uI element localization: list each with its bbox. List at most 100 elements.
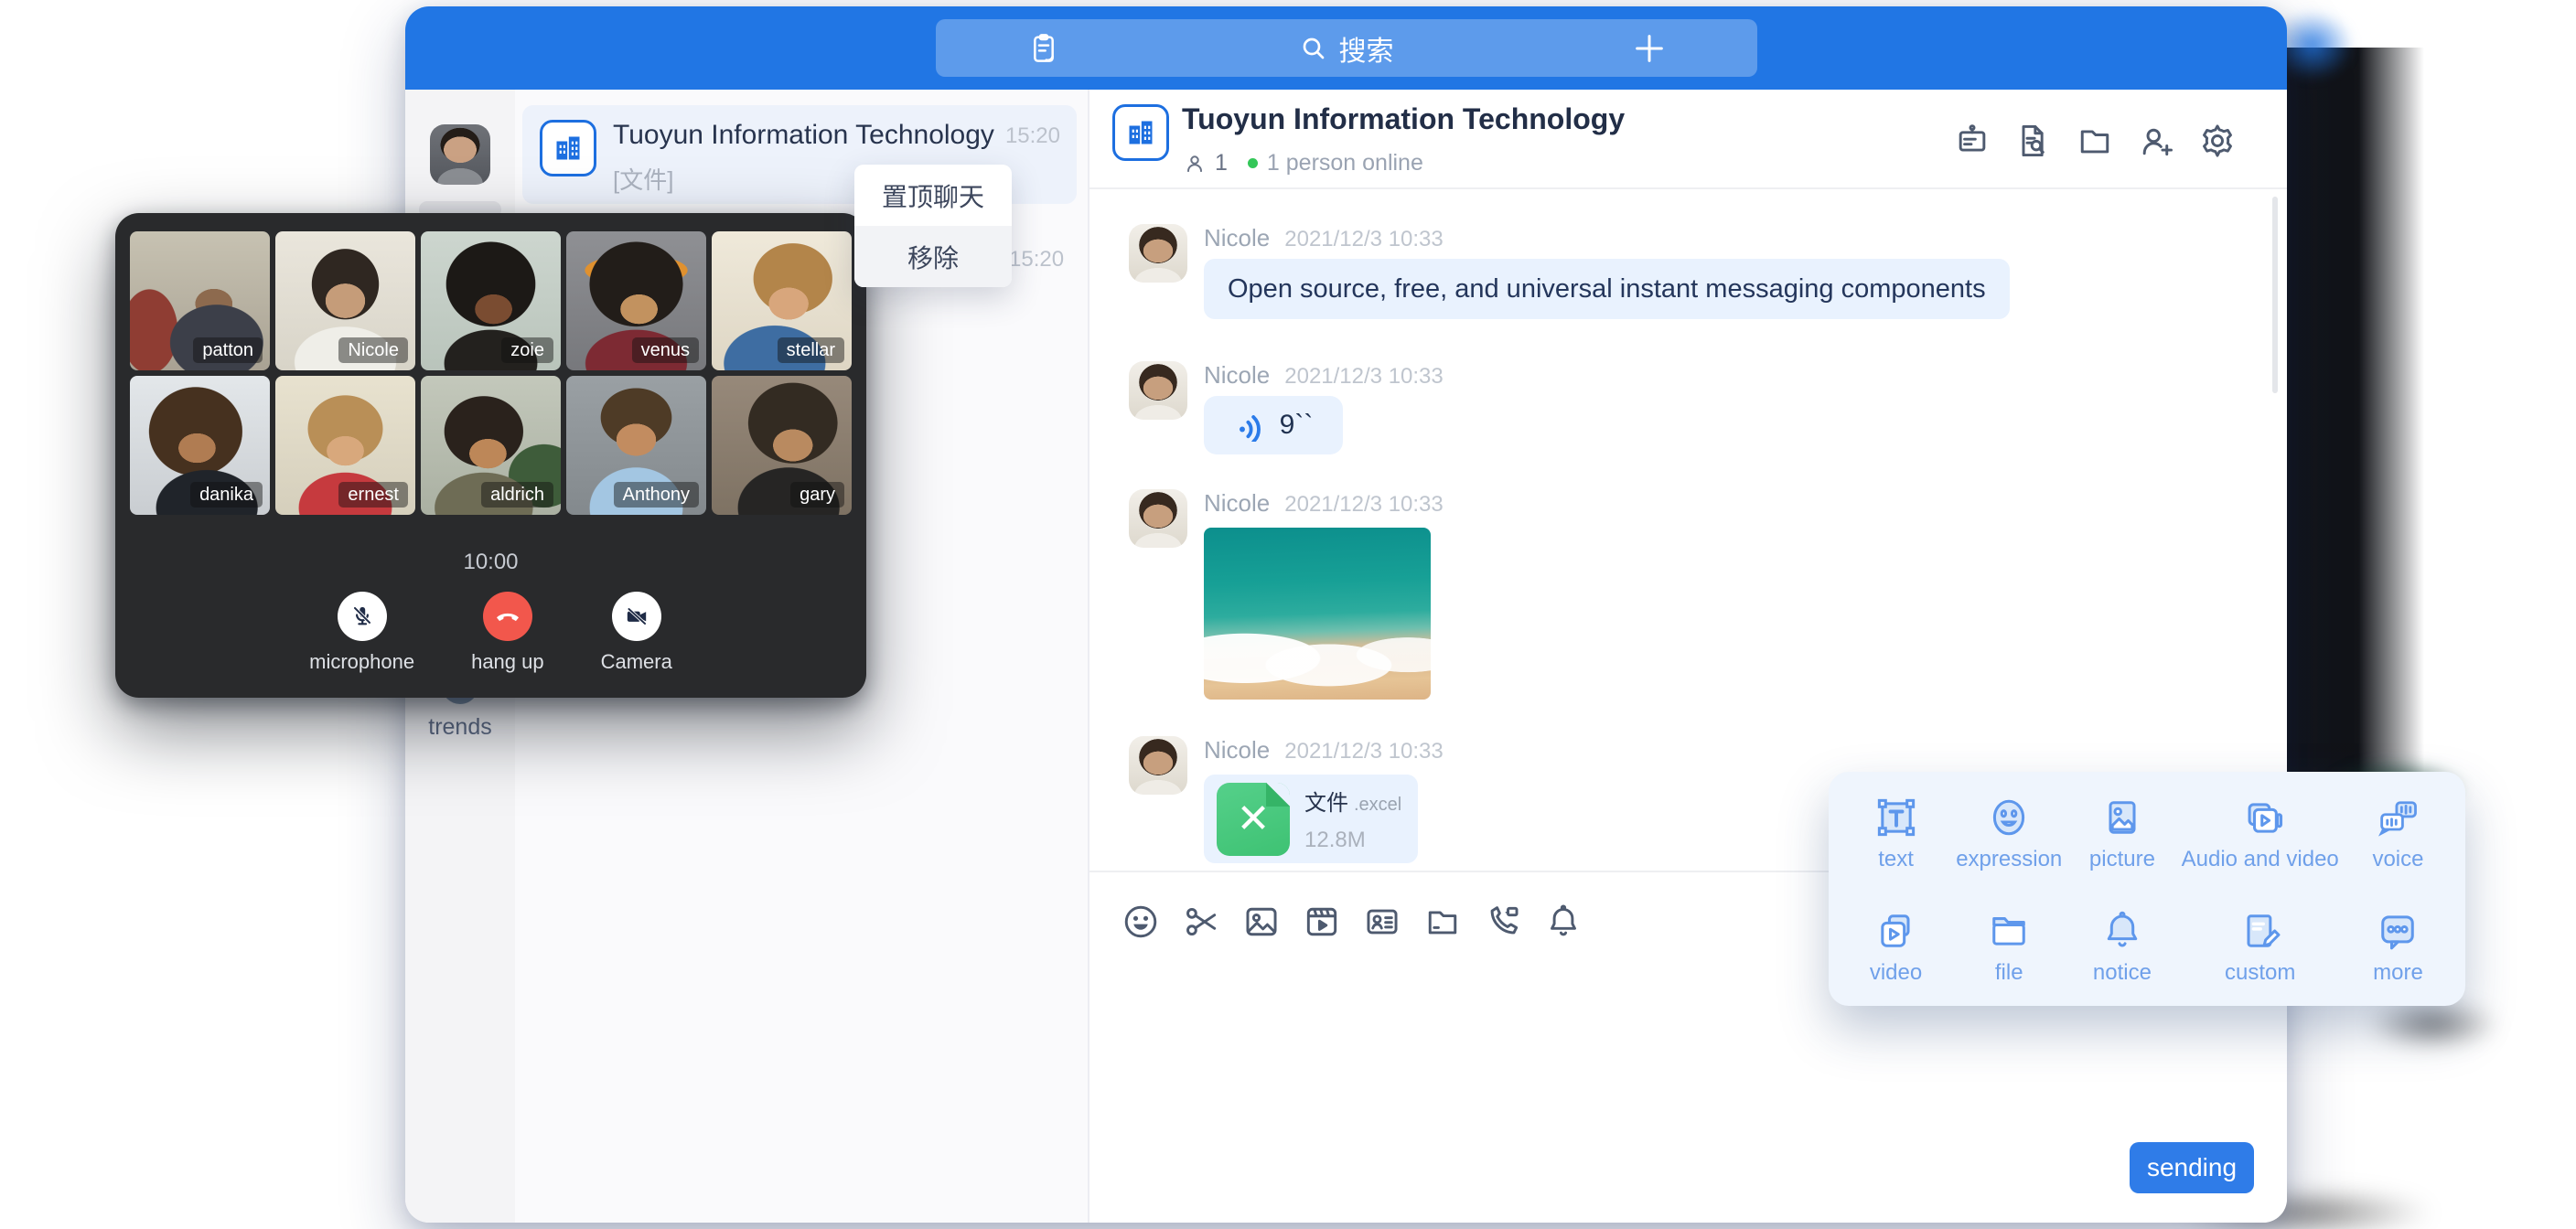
sender-avatar[interactable] (1129, 361, 1187, 420)
trends-label: trends (405, 714, 515, 741)
blue-glow-decoration (2270, 0, 2389, 101)
participant-name: zoie (501, 337, 553, 363)
message-row-image: Nicole 2021/12/3 10:33 (1129, 489, 1444, 700)
message-time: 2021/12/3 10:33 (1284, 492, 1444, 518)
file-message-bubble[interactable]: ✕ 文件.excel 12.8M (1204, 775, 1418, 863)
file-extension: .excel (1354, 795, 1401, 815)
voice-icon (2374, 794, 2421, 841)
video-icon (1873, 907, 1920, 955)
feature-label: notice (2093, 960, 2152, 986)
picture-icon (2098, 794, 2146, 841)
participant-name: ernest (338, 482, 408, 508)
message-time: 2021/12/3 10:33 (1284, 739, 1444, 764)
message-row-file: Nicole 2021/12/3 10:33 ✕ 文件.excel (1129, 736, 1444, 863)
menu-item-remove[interactable]: 移除 (854, 226, 1012, 287)
header-actions (1952, 121, 2238, 161)
participant-tile: ernest (275, 376, 415, 515)
chat-record-search-icon[interactable] (2013, 121, 2054, 161)
search-icon (1299, 34, 1328, 63)
feature-audio-video[interactable]: Audio and video (2174, 794, 2345, 892)
video-clip-icon[interactable] (1302, 902, 1342, 942)
custom-edit-icon (2237, 907, 2284, 955)
emoji-icon[interactable] (1121, 902, 1161, 942)
message-list[interactable]: Nicole 2021/12/3 10:33 Open source, free… (1089, 189, 2287, 871)
search-bar[interactable]: 搜索 (936, 19, 1757, 77)
participant-tile: aldrich (421, 376, 561, 515)
excel-file-icon: ✕ (1217, 783, 1290, 856)
settings-gear-icon[interactable] (2197, 121, 2238, 161)
microphone-muted-icon (349, 603, 376, 630)
camera-label: Camera (601, 650, 672, 674)
text-icon (1873, 794, 1920, 841)
participant-tile: stellar (712, 231, 852, 370)
participant-name: danika (190, 482, 263, 508)
participant-tile: danika (130, 376, 270, 515)
notification-bell-icon[interactable] (1543, 902, 1583, 942)
add-icon[interactable] (1631, 30, 1668, 71)
conversation-time: 15:20 (1005, 123, 1060, 149)
microphone-button[interactable]: microphone (309, 592, 414, 674)
feature-text[interactable]: text (1843, 794, 1948, 892)
announcement-icon[interactable] (1952, 121, 1992, 161)
participant-grid: patton Nicole zoie venus stellar danika … (115, 213, 866, 515)
top-bar: 搜索 (405, 6, 2287, 90)
user-avatar[interactable] (430, 124, 490, 185)
more-icon (2374, 907, 2421, 955)
participant-name: gary (790, 482, 844, 508)
participant-tile: venus (566, 231, 706, 370)
text-message-bubble[interactable]: Open source, free, and universal instant… (1204, 259, 2010, 319)
video-call-icon[interactable] (1483, 902, 1523, 942)
scrollbar-thumb[interactable] (2272, 197, 2278, 393)
feature-picture[interactable]: picture (2069, 794, 2174, 892)
feature-expression[interactable]: expression (1948, 794, 2069, 892)
participant-name: stellar (778, 337, 844, 363)
feature-label: expression (1956, 847, 2062, 872)
message-row-voice: Nicole 2021/12/3 10:33 9`` (1129, 361, 1444, 454)
camera-button[interactable]: Camera (601, 592, 672, 674)
participant-tile: Anthony (566, 376, 706, 515)
notice-bell-icon (2098, 907, 2146, 955)
app-root: 搜索 trends (0, 0, 2576, 1229)
voice-message-bubble[interactable]: 9`` (1204, 396, 1343, 454)
chat-title: Tuoyun Information Technology (1182, 102, 1625, 136)
file-folder-icon (1985, 907, 2033, 955)
feature-label: more (2373, 960, 2423, 986)
feature-file[interactable]: file (1948, 907, 2069, 1006)
sender-avatar[interactable] (1129, 224, 1187, 283)
sender-avatar[interactable] (1129, 489, 1187, 548)
feature-label: text (1878, 847, 1914, 872)
participant-name: Nicole (338, 337, 408, 363)
sender-avatar[interactable] (1129, 736, 1187, 795)
notes-icon[interactable] (1025, 30, 1062, 71)
send-button[interactable]: sending (2130, 1142, 2254, 1193)
feature-more[interactable]: more (2345, 907, 2451, 1006)
picture-icon[interactable] (1241, 902, 1282, 942)
feature-voice[interactable]: voice (2345, 794, 2451, 892)
members-icon (1182, 151, 1208, 176)
folder-icon[interactable] (1422, 902, 1463, 942)
search-field[interactable]: 搜索 (1299, 28, 1394, 69)
menu-item-pin-chat[interactable]: 置顶聊天 (854, 165, 1012, 226)
sender-name: Nicole (1204, 361, 1270, 390)
image-message-beach[interactable] (1204, 528, 1431, 700)
member-count: 1 (1215, 150, 1228, 176)
participant-tile: Nicole (275, 231, 415, 370)
feature-video[interactable]: video (1843, 907, 1948, 1006)
contact-card-icon[interactable] (1362, 902, 1402, 942)
feature-label: Audio and video (2182, 847, 2339, 872)
call-duration: 10:00 (115, 550, 866, 575)
participant-tile: patton (130, 231, 270, 370)
feature-custom[interactable]: custom (2174, 907, 2345, 1006)
message-time: 2021/12/3 10:33 (1284, 364, 1444, 390)
conversation-context-menu: 置顶聊天 移除 (854, 165, 1012, 287)
conversation-preview: [文件] (613, 162, 673, 196)
files-icon[interactable] (2075, 121, 2115, 161)
participant-tile: zoie (421, 231, 561, 370)
chat-main: Tuoyun Information Technology 1 1 person… (1088, 90, 2287, 1223)
file-size: 12.8M (1304, 828, 1401, 853)
feature-notice[interactable]: notice (2069, 907, 2174, 1006)
screenshot-scissors-icon[interactable] (1181, 902, 1221, 942)
add-member-icon[interactable] (2136, 121, 2176, 161)
hang-up-button[interactable]: hang up (471, 592, 544, 674)
conversation-time-2: 15:20 (1009, 247, 1064, 273)
